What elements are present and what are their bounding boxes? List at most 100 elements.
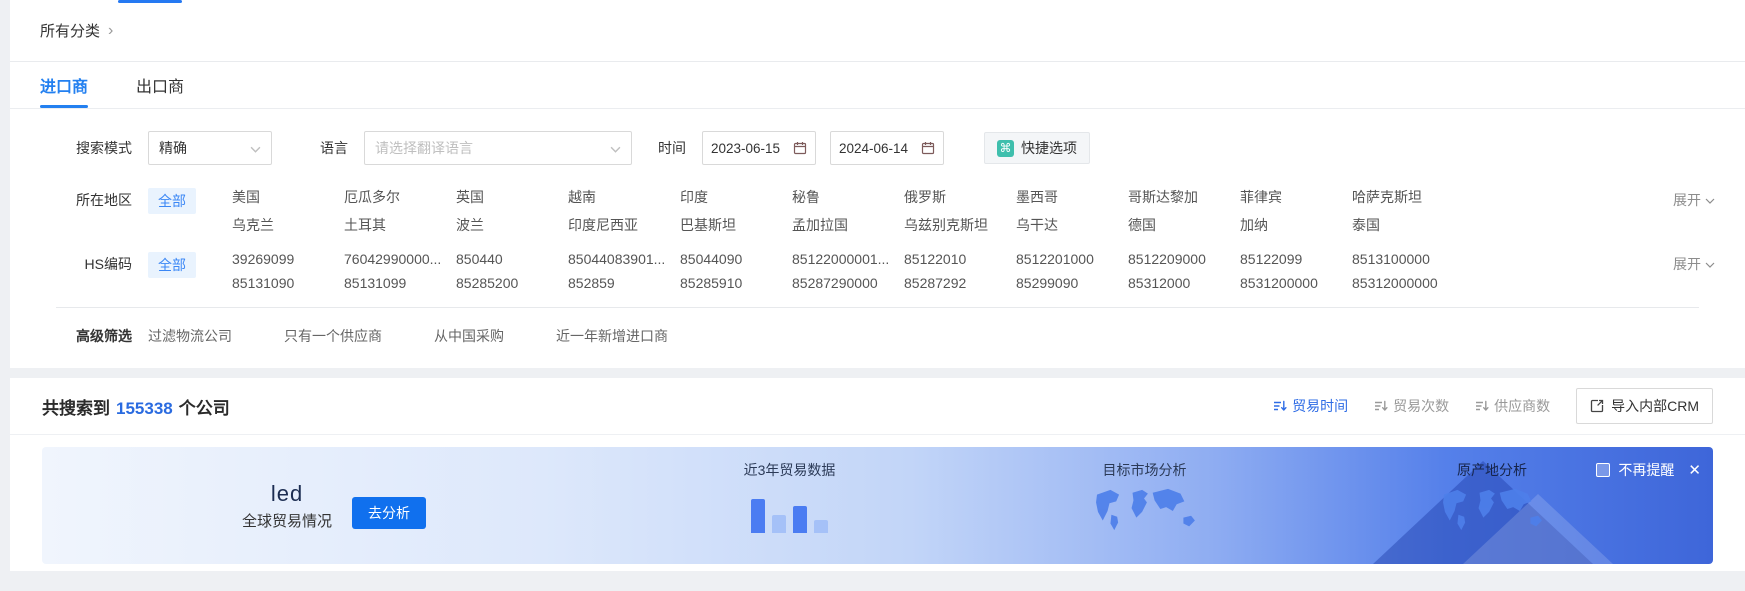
results-header: 共搜索到 155338 个公司 贸易时间 贸易次数 供应商数 bbox=[10, 378, 1745, 435]
hscode-item[interactable]: 85122010 bbox=[904, 251, 1016, 267]
search-mode-select[interactable]: 精确 bbox=[148, 131, 272, 165]
hscode-item[interactable]: 85287292 bbox=[904, 275, 1016, 291]
hscode-item[interactable]: 8513100000 bbox=[1352, 251, 1464, 267]
region-item[interactable]: 乌兹别克斯坦 bbox=[904, 215, 1016, 235]
hscode-item[interactable]: 85312000000 bbox=[1352, 275, 1464, 291]
page: 所有分类 › 进口商 出口商 搜索模式 精确 语言 请选择翻译语言 bbox=[10, 0, 1745, 571]
region-item[interactable]: 菲律宾 bbox=[1240, 187, 1352, 207]
dismiss-group: 不再提醒 ✕ bbox=[1596, 460, 1701, 480]
breadcrumb-label: 所有分类 bbox=[40, 20, 100, 41]
hscode-item[interactable]: 852859 bbox=[568, 275, 680, 291]
filter-row-region: 所在地区 全部 美国 厄瓜多尔 英国 越南 印度 秘鲁 俄罗斯 墨西哥 哥斯达黎… bbox=[40, 187, 1715, 235]
advanced-option-single-supplier[interactable]: 只有一个供应商 bbox=[284, 326, 382, 346]
sort-trade-time[interactable]: 贸易时间 bbox=[1273, 396, 1348, 416]
region-all-tag[interactable]: 全部 bbox=[148, 188, 196, 214]
chevron-down-icon bbox=[610, 140, 621, 156]
sort-supplier-count[interactable]: 供应商数 bbox=[1475, 396, 1550, 416]
import-crm-button[interactable]: 导入内部CRM bbox=[1576, 388, 1713, 424]
hscode-item[interactable]: 85312000 bbox=[1128, 275, 1240, 291]
hscode-item[interactable]: 85285200 bbox=[456, 275, 568, 291]
region-item[interactable]: 哈萨克斯坦 bbox=[1352, 187, 1464, 207]
calendar-icon bbox=[921, 141, 935, 155]
results-summary: 共搜索到 155338 个公司 bbox=[42, 394, 230, 419]
tab-importers[interactable]: 进口商 bbox=[40, 62, 88, 108]
region-item[interactable]: 乌干达 bbox=[1016, 215, 1128, 235]
region-item[interactable]: 波兰 bbox=[456, 215, 568, 235]
sort-descending-icon bbox=[1273, 399, 1287, 413]
breadcrumb[interactable]: 所有分类 › bbox=[40, 20, 113, 41]
language-label: 语言 bbox=[320, 138, 348, 158]
hscode-item[interactable]: 850440 bbox=[456, 251, 568, 267]
sort-trade-count[interactable]: 贸易次数 bbox=[1374, 396, 1449, 416]
breadcrumb-row: 所有分类 › bbox=[10, 0, 1745, 62]
region-expand-link[interactable]: 展开 bbox=[1673, 187, 1715, 210]
results-panel: 共搜索到 155338 个公司 贸易时间 贸易次数 供应商数 bbox=[10, 378, 1745, 571]
region-item[interactable]: 乌克兰 bbox=[232, 215, 344, 235]
banner-section-target-market: 目标市场分析 bbox=[1052, 460, 1237, 537]
dismiss-checkbox[interactable] bbox=[1596, 463, 1610, 477]
date-end-input[interactable]: 2024-06-14 bbox=[830, 131, 944, 165]
chevron-right-icon: › bbox=[108, 23, 113, 39]
hscode-item[interactable]: 85285910 bbox=[680, 275, 792, 291]
advanced-option-buy-from-china[interactable]: 从中国采购 bbox=[434, 326, 504, 346]
hscode-item[interactable]: 8512209000 bbox=[1128, 251, 1240, 267]
hscode-item[interactable]: 85131099 bbox=[344, 275, 456, 291]
hscode-item[interactable]: 8512201000 bbox=[1016, 251, 1128, 267]
analyze-button[interactable]: 去分析 bbox=[352, 497, 426, 529]
hscode-item[interactable]: 85044083901... bbox=[568, 251, 680, 267]
tab-exporters[interactable]: 出口商 bbox=[136, 62, 184, 108]
chevron-down-icon bbox=[1705, 262, 1715, 268]
hscode-item[interactable]: 39269099 bbox=[232, 251, 344, 267]
keyword-group: led 全球贸易情况 去分析 bbox=[242, 481, 426, 531]
target-market-label: 目标市场分析 bbox=[1052, 460, 1237, 480]
hscode-item[interactable]: 85131090 bbox=[232, 275, 344, 291]
advanced-option-new-importers[interactable]: 近一年新增进口商 bbox=[556, 326, 668, 346]
hscode-item[interactable]: 8531200000 bbox=[1240, 275, 1352, 291]
region-item[interactable]: 孟加拉国 bbox=[792, 215, 904, 235]
region-item[interactable]: 厄瓜多尔 bbox=[344, 187, 456, 207]
dismiss-label[interactable]: 不再提醒 bbox=[1618, 460, 1674, 480]
hscode-item[interactable]: 76042990000... bbox=[344, 251, 456, 267]
calendar-icon bbox=[793, 141, 807, 155]
advanced-option-filter-logistics[interactable]: 过滤物流公司 bbox=[148, 326, 232, 346]
chevron-down-icon bbox=[250, 140, 261, 156]
hscode-item[interactable]: 85287290000 bbox=[792, 275, 904, 291]
region-item[interactable]: 加纳 bbox=[1240, 215, 1352, 235]
region-item[interactable]: 墨西哥 bbox=[1016, 187, 1128, 207]
trade-data-label: 近3年贸易数据 bbox=[697, 460, 882, 480]
chevron-down-icon bbox=[1705, 198, 1715, 204]
region-item[interactable]: 德国 bbox=[1128, 215, 1240, 235]
region-item[interactable]: 越南 bbox=[568, 187, 680, 207]
origin-label: 原产地分析 bbox=[1407, 460, 1577, 480]
hscode-expand-link[interactable]: 展开 bbox=[1673, 251, 1715, 274]
filter-row-advanced: 高级筛选 过滤物流公司 只有一个供应商 从中国采购 近一年新增进口商 bbox=[40, 308, 1715, 368]
region-item[interactable]: 泰国 bbox=[1352, 215, 1464, 235]
filter-row-hscode: HS编码 全部 39269099 76042990000... 850440 8… bbox=[40, 251, 1715, 291]
hscode-item[interactable]: 85122099 bbox=[1240, 251, 1352, 267]
region-item[interactable]: 哥斯达黎加 bbox=[1128, 187, 1240, 207]
region-item[interactable]: 印度尼西亚 bbox=[568, 215, 680, 235]
hscode-item[interactable]: 85122000001... bbox=[792, 251, 904, 267]
region-item[interactable]: 美国 bbox=[232, 187, 344, 207]
region-item[interactable]: 俄罗斯 bbox=[904, 187, 1016, 207]
region-item[interactable]: 印度 bbox=[680, 187, 792, 207]
time-label: 时间 bbox=[658, 138, 686, 158]
bar-chart-icon bbox=[697, 489, 882, 533]
hscode-item[interactable]: 85299090 bbox=[1016, 275, 1128, 291]
quick-options-button[interactable]: ⌘ 快捷选项 bbox=[984, 132, 1090, 164]
trade-analysis-banner: led 全球贸易情况 去分析 近3年贸易数据 目标市场分析 bbox=[42, 447, 1713, 564]
region-item[interactable]: 巴基斯坦 bbox=[680, 215, 792, 235]
hscode-item[interactable]: 85044090 bbox=[680, 251, 792, 267]
results-count[interactable]: 155338 bbox=[116, 399, 173, 419]
hscode-all-tag[interactable]: 全部 bbox=[148, 252, 196, 278]
region-label: 所在地区 bbox=[40, 187, 132, 210]
region-item[interactable]: 土耳其 bbox=[344, 215, 456, 235]
world-map-icon bbox=[1086, 486, 1204, 534]
date-start-input[interactable]: 2023-06-15 bbox=[702, 131, 816, 165]
close-icon[interactable]: ✕ bbox=[1688, 461, 1701, 479]
tabs: 进口商 出口商 bbox=[10, 62, 1745, 109]
region-item[interactable]: 秘鲁 bbox=[792, 187, 904, 207]
region-item[interactable]: 英国 bbox=[456, 187, 568, 207]
language-select[interactable]: 请选择翻译语言 bbox=[364, 131, 632, 165]
region-grid-row2: 乌克兰 土耳其 波兰 印度尼西亚 巴基斯坦 孟加拉国 乌兹别克斯坦 乌干达 德国… bbox=[232, 215, 1665, 235]
